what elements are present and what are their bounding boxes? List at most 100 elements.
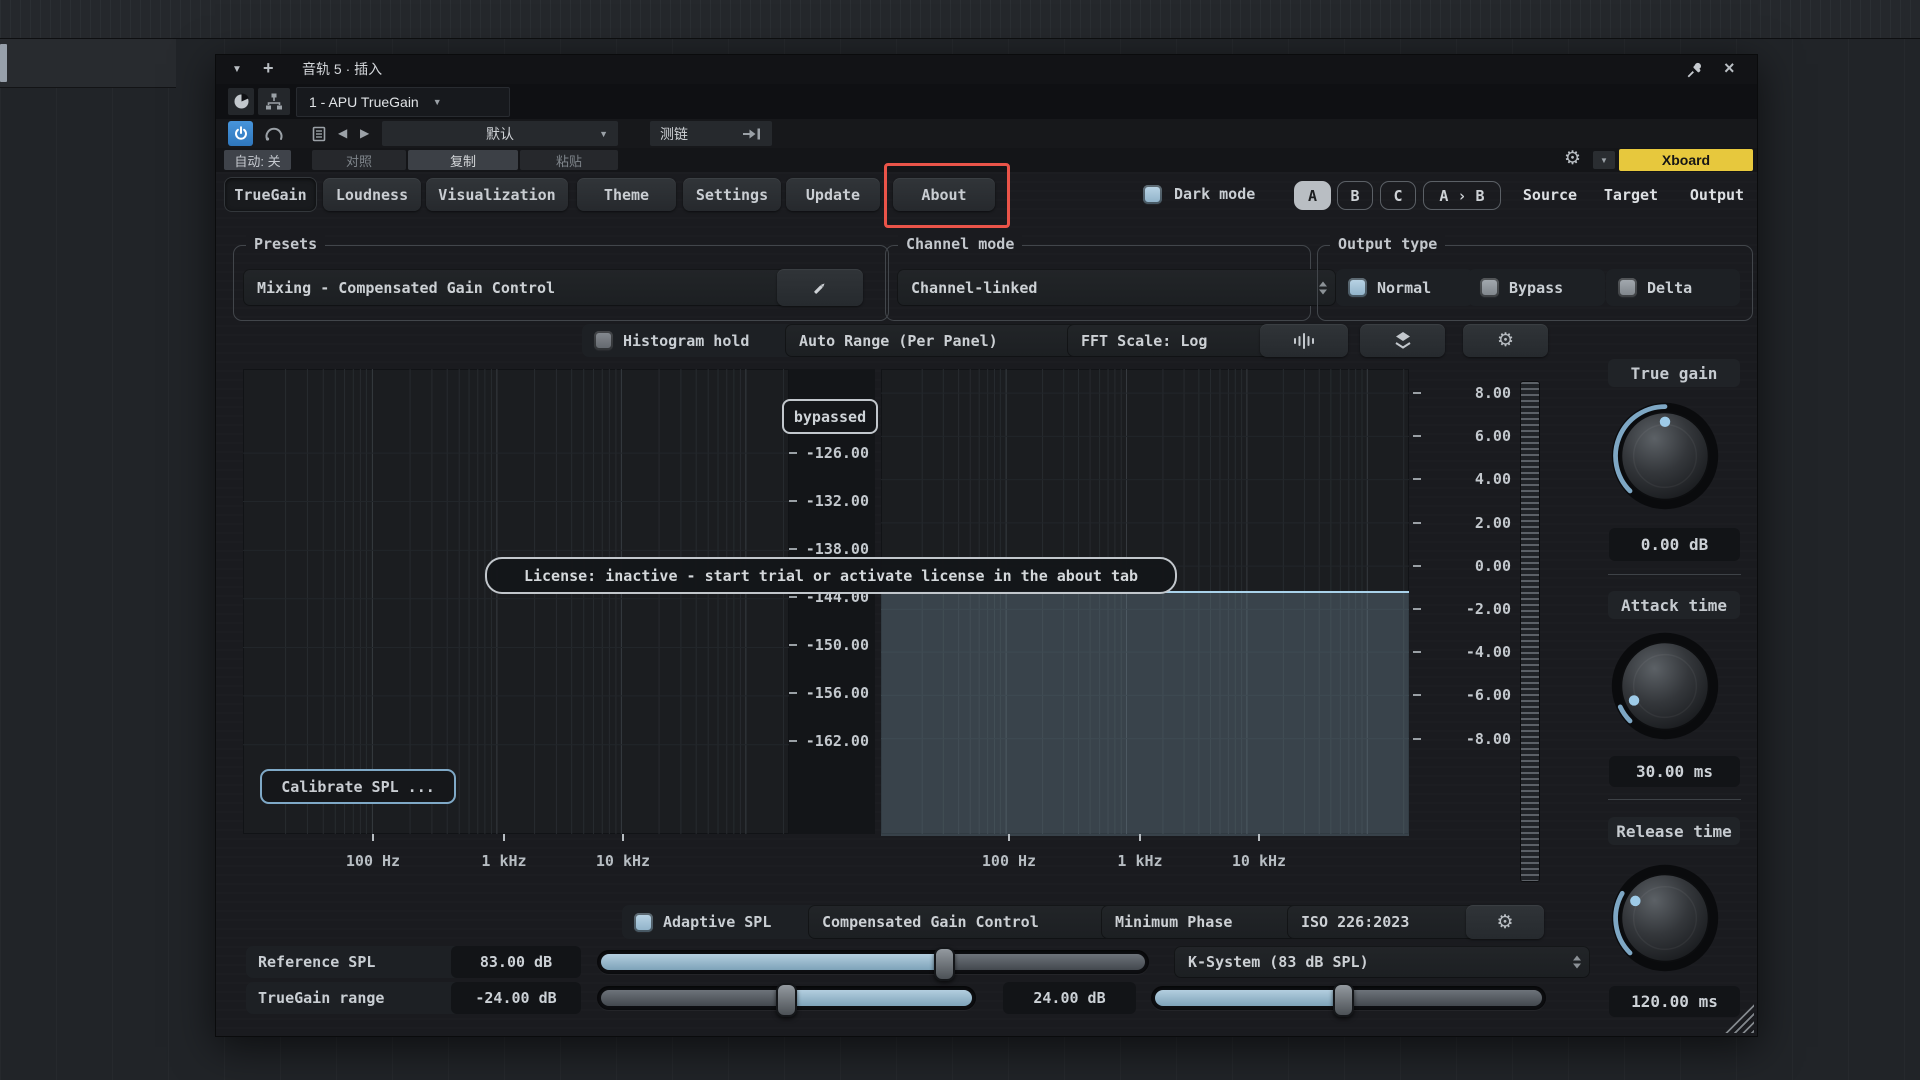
- divider: [1608, 799, 1741, 800]
- add-fx-icon[interactable]: +: [263, 58, 274, 79]
- preset-file-button[interactable]: [306, 121, 332, 146]
- k-system-dropdown[interactable]: K-System (83 dB SPL): [1174, 946, 1590, 978]
- source-button[interactable]: Source: [1518, 181, 1582, 208]
- adaptive-spl-label: Adaptive SPL: [663, 913, 771, 931]
- right-gain-panel[interactable]: [881, 369, 1409, 834]
- tick-label: 8.00: [1427, 384, 1511, 402]
- dark-mode-checkbox[interactable]: [1143, 185, 1162, 204]
- viz-settings-button[interactable]: ⚙: [1463, 324, 1548, 357]
- reference-spl-value[interactable]: 83.00 dB: [451, 946, 581, 978]
- close-icon[interactable]: ×: [1724, 58, 1735, 79]
- slider-handle[interactable]: [934, 947, 955, 981]
- tab-label: Loudness: [336, 186, 408, 204]
- knob-value-text: 120.00 ms: [1631, 992, 1718, 1011]
- output-normal-toggle[interactable]: Normal: [1336, 269, 1473, 306]
- compare-button[interactable]: 对照: [312, 150, 406, 170]
- automation-mode-button[interactable]: 自动: 关: [224, 150, 291, 170]
- wet-dry-pie-button[interactable]: [228, 88, 254, 115]
- zoom-scrollbar[interactable]: [1520, 381, 1540, 882]
- y-axis-tick: 6.00: [1413, 425, 1511, 447]
- power-icon: [233, 126, 249, 142]
- channel-mode-dropdown[interactable]: Channel-linked: [897, 269, 1336, 306]
- tab-visualization[interactable]: Visualization: [426, 178, 568, 211]
- tab-label: Visualization: [438, 186, 555, 204]
- tab-about[interactable]: About: [893, 178, 995, 211]
- spl-settings-button[interactable]: ⚙: [1466, 905, 1544, 939]
- calibrate-spl-button[interactable]: Calibrate SPL ...: [260, 769, 456, 804]
- edit-preset-button[interactable]: [777, 269, 863, 306]
- routing-button[interactable]: [258, 88, 290, 115]
- presets-dropdown[interactable]: Mixing - Compensated Gain Control: [243, 269, 808, 306]
- truegain-range-min-slider[interactable]: [597, 986, 976, 1010]
- track-edge-handle[interactable]: [0, 44, 7, 82]
- gear-icon[interactable]: ⚙: [1564, 149, 1581, 168]
- y-axis-tick: -162.00: [789, 730, 869, 752]
- histogram-hold-toggle[interactable]: Histogram hold: [582, 324, 795, 357]
- iso-curve-dropdown[interactable]: ISO 226:2023: [1287, 905, 1492, 939]
- target-button[interactable]: Target: [1598, 181, 1664, 208]
- adaptive-spl-toggle[interactable]: Adaptive SPL: [622, 905, 820, 939]
- slider-handle[interactable]: [776, 983, 797, 1017]
- true-gain-knob[interactable]: [1608, 399, 1722, 513]
- gain-mode-dropdown[interactable]: Compensated Gain Control: [808, 905, 1124, 939]
- fft-scale-dropdown[interactable]: FFT Scale: Log: [1067, 324, 1286, 357]
- slider-fill: [784, 990, 972, 1006]
- paste-button[interactable]: 粘贴: [520, 150, 618, 170]
- ab-slot-a-button[interactable]: A: [1294, 181, 1331, 210]
- checkbox-icon: [1348, 278, 1367, 297]
- chevron-down-icon: ▼: [1600, 156, 1608, 165]
- attack-time-value[interactable]: 30.00 ms: [1609, 756, 1740, 787]
- output-bypass-toggle[interactable]: Bypass: [1468, 269, 1605, 306]
- output-button[interactable]: Output: [1679, 181, 1755, 208]
- reference-spl-slider[interactable]: [597, 950, 1149, 974]
- tab-truegain[interactable]: TrueGain: [225, 178, 316, 211]
- release-time-knob[interactable]: [1608, 861, 1722, 975]
- copy-button[interactable]: 复制: [408, 150, 518, 170]
- truegain-range-max-slider[interactable]: [1151, 986, 1546, 1010]
- wet-knob-icon: [264, 126, 284, 142]
- plugin-slot-selector[interactable]: 1 - APU TrueGain ▼: [296, 87, 510, 117]
- ui-options-dropdown[interactable]: ▼: [1593, 151, 1615, 169]
- ab-slot-b-button[interactable]: B: [1337, 181, 1373, 210]
- compare-label: 对照: [346, 151, 372, 170]
- release-time-value[interactable]: 120.00 ms: [1609, 986, 1740, 1017]
- tick-icon: [789, 548, 797, 550]
- ab-copy-button[interactable]: A › B: [1423, 181, 1501, 210]
- true-gain-value[interactable]: 0.00 dB: [1609, 528, 1740, 561]
- tick-label: -126.00: [803, 444, 869, 462]
- tab-label: TrueGain: [234, 186, 306, 204]
- tab-label: Update: [806, 186, 860, 204]
- slider-track: [601, 990, 784, 1006]
- wet-knob-button[interactable]: [258, 121, 290, 146]
- truegain-range-max-value[interactable]: 24.00 dB: [1003, 982, 1136, 1014]
- output-delta-toggle[interactable]: Delta: [1606, 269, 1740, 306]
- ab-slot-c-button[interactable]: C: [1380, 181, 1416, 210]
- chevron-down-icon[interactable]: ▼: [232, 64, 242, 75]
- tab-settings[interactable]: Settings: [683, 178, 781, 211]
- tick-icon: [1413, 608, 1421, 610]
- tab-update[interactable]: Update: [786, 178, 880, 211]
- auto-range-dropdown[interactable]: Auto Range (Per Panel): [785, 324, 1098, 357]
- tab-loudness[interactable]: Loudness: [323, 178, 421, 211]
- attack-time-knob[interactable]: [1608, 629, 1722, 743]
- slider-handle[interactable]: [1333, 983, 1354, 1017]
- xboard-button[interactable]: Xboard: [1619, 149, 1753, 171]
- histogram-view-button[interactable]: [1260, 324, 1348, 357]
- left-spectrum-panel[interactable]: [243, 369, 789, 834]
- pin-icon[interactable]: [1686, 61, 1704, 79]
- divider: [1608, 574, 1741, 575]
- layers-button[interactable]: [1360, 324, 1445, 357]
- truegain-range-label-box: TrueGain range: [246, 982, 465, 1014]
- output-type-legend: Output type: [1330, 235, 1445, 253]
- prev-preset-icon[interactable]: ◀: [338, 126, 347, 140]
- tab-theme[interactable]: Theme: [577, 178, 676, 211]
- automation-mode-label: 自动: 关: [234, 151, 280, 170]
- auto-range-value: Auto Range (Per Panel): [799, 332, 998, 350]
- plugin-enable-button[interactable]: [228, 121, 253, 146]
- waveform-icon: [1293, 332, 1315, 350]
- preset-dropdown[interactable]: 默认 ▼: [382, 121, 618, 146]
- truegain-range-min-value[interactable]: -24.00 dB: [451, 982, 581, 1014]
- freq-label: 10 kHz: [1219, 852, 1299, 870]
- sidechain-button[interactable]: 测链: [650, 121, 772, 146]
- next-preset-icon[interactable]: ▶: [360, 126, 369, 140]
